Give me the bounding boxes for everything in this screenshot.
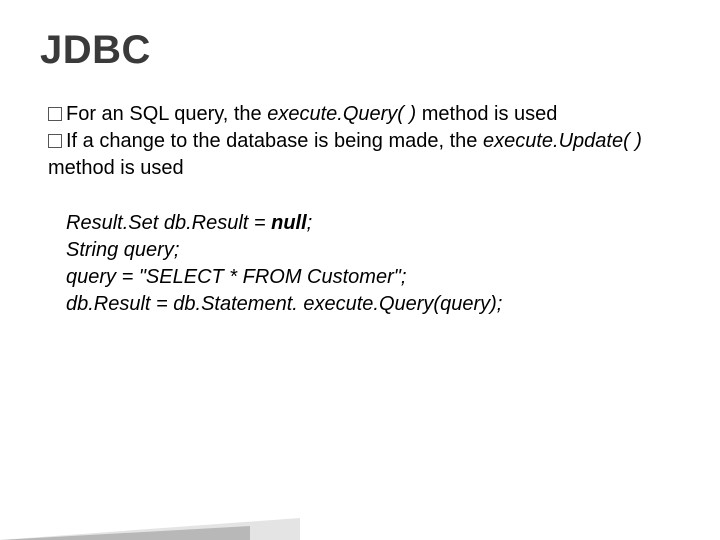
code-block: Result.Set db.Result = null; String quer… bbox=[66, 210, 680, 318]
code-l1-null: null bbox=[271, 212, 307, 234]
bullet-item-2: If a change to the database is being mad… bbox=[48, 128, 680, 182]
square-bullet-icon bbox=[48, 107, 62, 121]
slide-title: JDBC bbox=[40, 28, 680, 73]
code-line-4: db.Result = db.Statement. execute.Query(… bbox=[66, 291, 680, 318]
code-line-2: String query; bbox=[66, 237, 680, 264]
code-l1a: Result.Set db.Result = bbox=[66, 212, 271, 234]
bullet1-text-a: For an SQL query, the bbox=[66, 103, 267, 125]
code-l1c: ; bbox=[307, 212, 313, 234]
bullet2-text-a: If a change to the database is being mad… bbox=[66, 130, 483, 152]
bullet1-text-b: method is used bbox=[416, 103, 557, 125]
square-bullet-icon bbox=[48, 134, 62, 148]
bullet1-method: execute.Query( ) bbox=[267, 103, 416, 125]
bullet2-method: execute.Update( ) bbox=[483, 130, 642, 152]
decorative-wedge bbox=[0, 526, 250, 540]
bullet-list: For an SQL query, the execute.Query( ) m… bbox=[48, 101, 680, 182]
slide: { "title": "JDBC", "bullet1": { "a": "Fo… bbox=[0, 0, 720, 540]
bullet2-text-b: method is used bbox=[48, 157, 184, 179]
code-line-1: Result.Set db.Result = null; bbox=[66, 210, 680, 237]
bullet-item-1: For an SQL query, the execute.Query( ) m… bbox=[48, 101, 680, 128]
code-line-3: query = "SELECT * FROM Customer"; bbox=[66, 264, 680, 291]
